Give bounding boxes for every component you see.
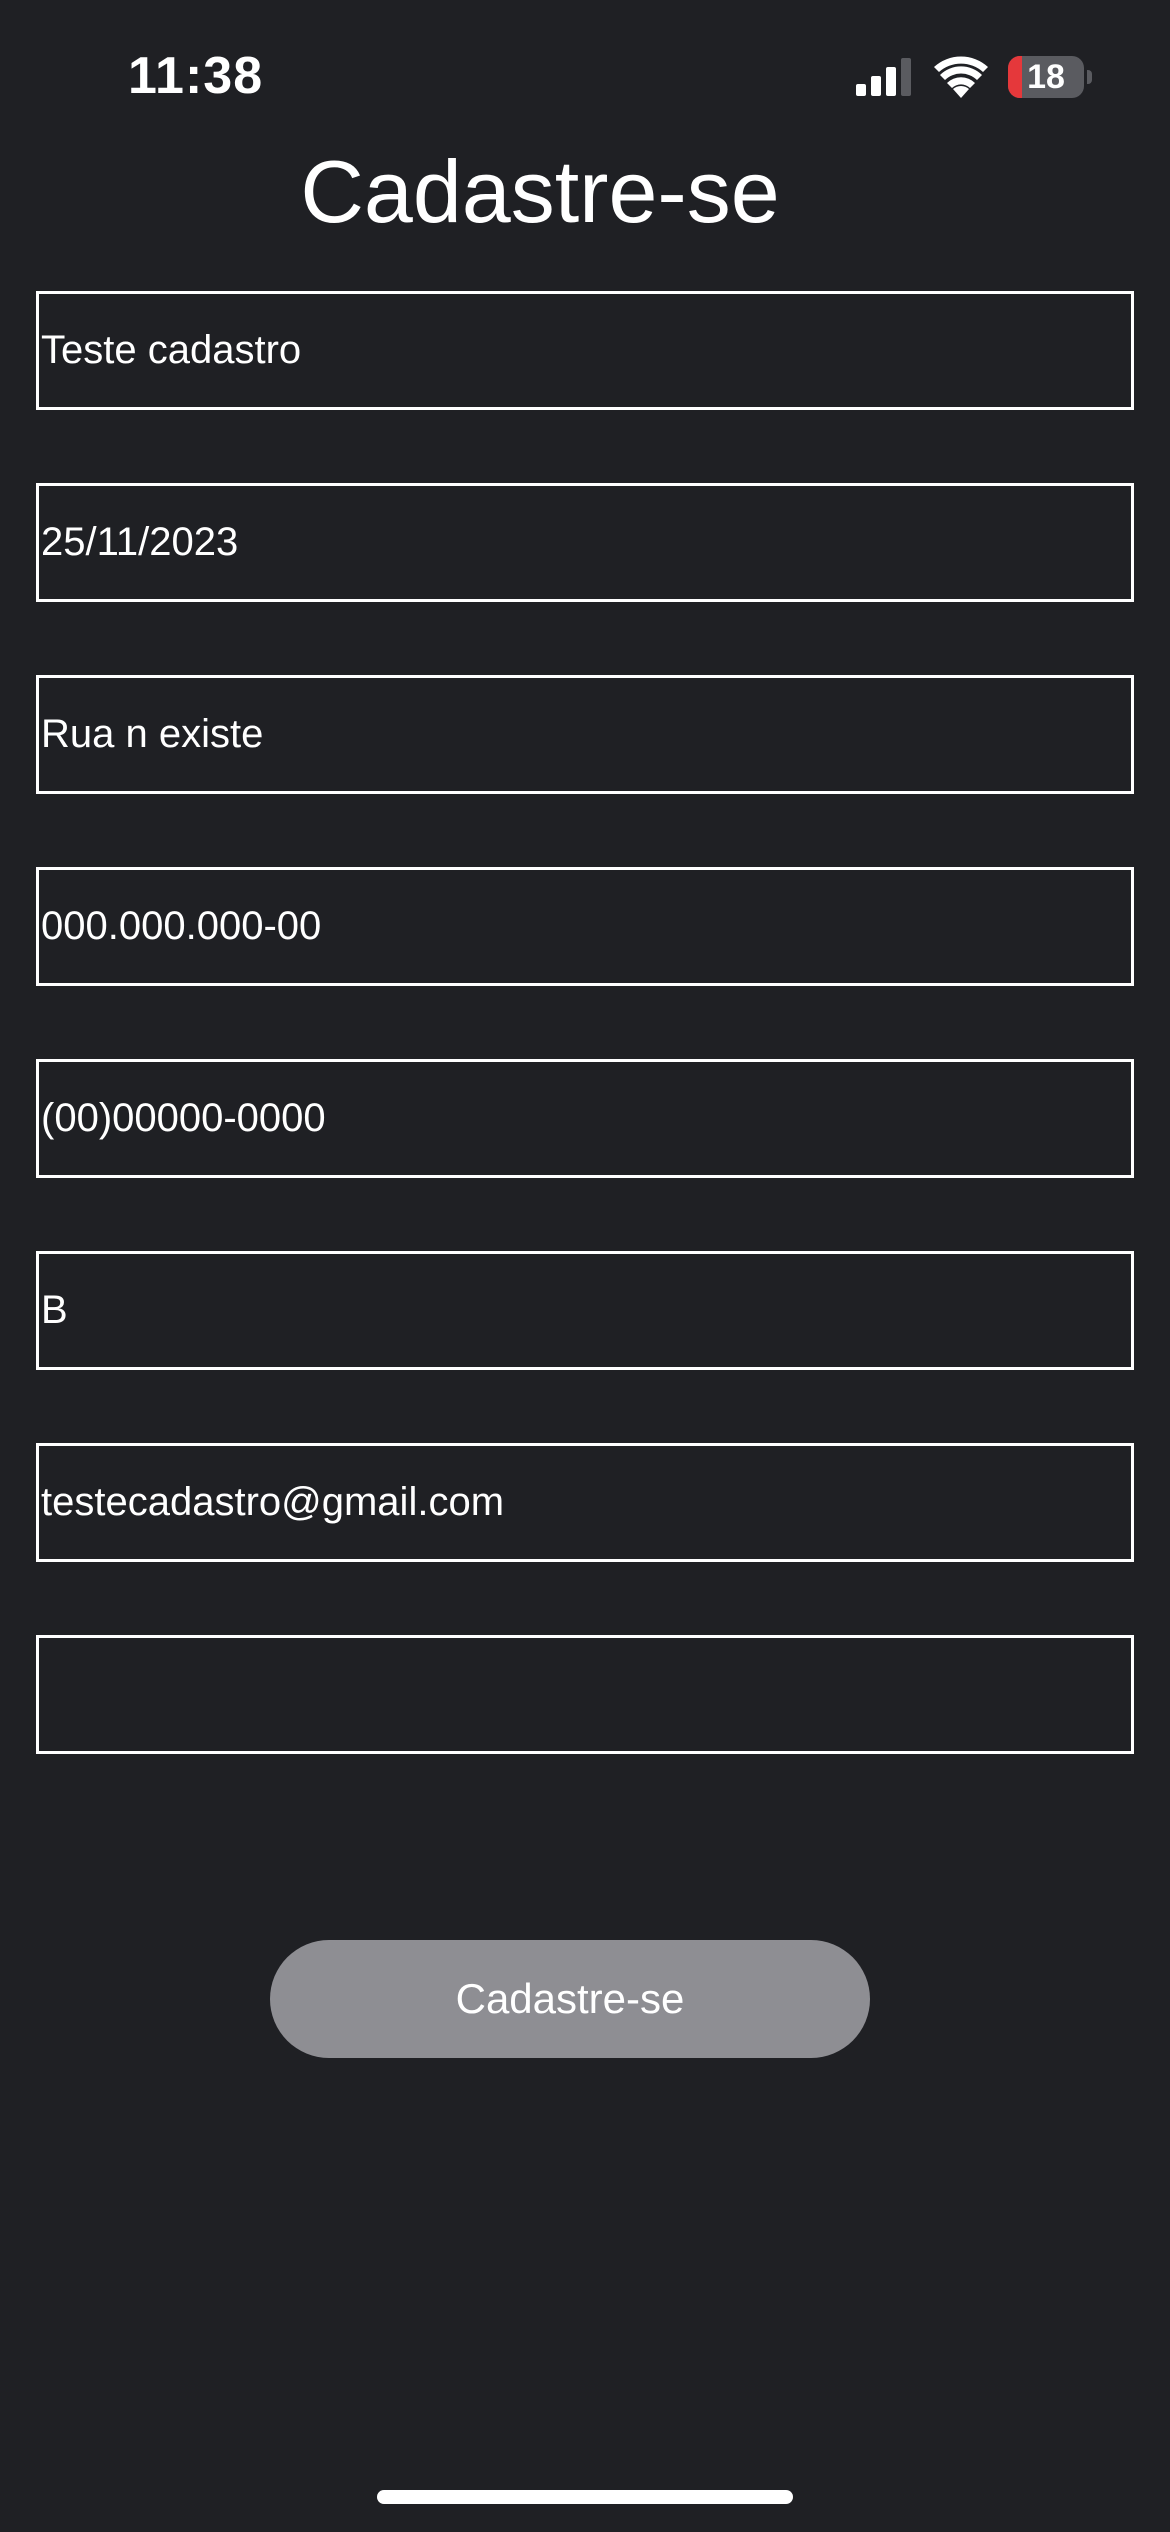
battery-level: 18 [1027, 58, 1065, 96]
address-field[interactable] [36, 675, 1134, 794]
phone-field[interactable] [36, 1059, 1134, 1178]
cellular-signal-icon [856, 58, 911, 96]
password-field[interactable] [36, 1635, 1134, 1754]
battery-body: 18 [1008, 56, 1084, 98]
birth-date-field[interactable] [36, 483, 1134, 602]
cpf-field[interactable] [36, 867, 1134, 986]
name-field[interactable] [36, 291, 1134, 410]
signup-form [36, 291, 1134, 1827]
status-time: 11:38 [128, 47, 264, 105]
page-title: Cadastre-se [300, 142, 780, 241]
license-category-field[interactable] [36, 1251, 1134, 1370]
wifi-icon [934, 56, 988, 98]
signup-button[interactable]: Cadastre-se [270, 1940, 870, 2058]
battery-tip [1087, 70, 1092, 84]
email-field[interactable] [36, 1443, 1134, 1562]
battery-icon: 18 [1008, 56, 1092, 98]
status-bar: 11:38 18 [0, 0, 1170, 150]
home-indicator[interactable] [377, 2490, 793, 2504]
